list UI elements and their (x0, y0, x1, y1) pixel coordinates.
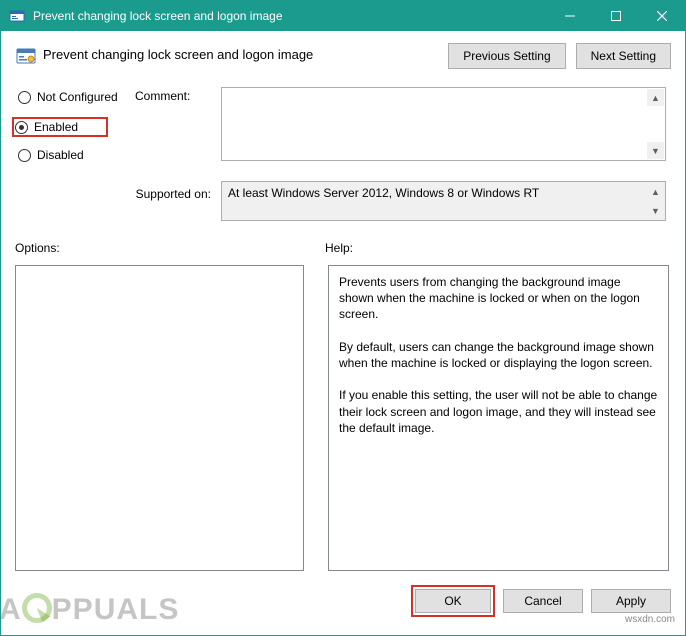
radio-label: Enabled (34, 120, 78, 134)
scroll-down-icon[interactable]: ▼ (647, 202, 664, 219)
radio-not-configured[interactable]: Not Configured (15, 89, 135, 105)
radio-enabled[interactable]: Enabled (12, 117, 108, 137)
policy-icon (15, 45, 37, 67)
ok-highlight: OK (411, 585, 495, 617)
radio-icon-selected (15, 121, 28, 134)
scroll-up-icon[interactable]: ▲ (647, 183, 664, 200)
minimize-button[interactable] (547, 1, 593, 31)
maximize-button[interactable] (593, 1, 639, 31)
site-watermark: wsxdn.com (625, 614, 675, 625)
next-setting-button[interactable]: Next Setting (576, 43, 671, 69)
help-label: Help: (325, 241, 353, 255)
previous-setting-button[interactable]: Previous Setting (448, 43, 565, 69)
ok-button[interactable]: OK (415, 589, 491, 613)
comment-input[interactable] (221, 87, 666, 161)
options-panel (15, 265, 304, 571)
radio-disabled[interactable]: Disabled (15, 147, 135, 163)
options-label: Options: (15, 241, 325, 255)
page-title: Prevent changing lock screen and logon i… (43, 43, 448, 62)
titlebar[interactable]: Prevent changing lock screen and logon i… (1, 1, 685, 31)
comment-label: Comment: (135, 87, 221, 175)
supported-on-text: At least Windows Server 2012, Windows 8 … (228, 186, 539, 200)
radio-icon (18, 91, 31, 104)
scroll-up-icon[interactable]: ▲ (647, 89, 664, 106)
scroll-down-icon[interactable]: ▼ (647, 142, 664, 159)
radio-icon (18, 149, 31, 162)
supported-on-label: Supported on: (135, 181, 221, 221)
supported-on-field: At least Windows Server 2012, Windows 8 … (221, 181, 666, 221)
close-button[interactable] (639, 1, 685, 31)
radio-label: Not Configured (37, 90, 118, 104)
apply-button[interactable]: Apply (591, 589, 671, 613)
help-text: Prevents users from changing the backgro… (339, 275, 661, 435)
window-title: Prevent changing lock screen and logon i… (33, 9, 547, 23)
radio-label: Disabled (37, 148, 84, 162)
help-panel: Prevents users from changing the backgro… (328, 265, 669, 571)
app-icon (9, 8, 25, 24)
cancel-button[interactable]: Cancel (503, 589, 583, 613)
